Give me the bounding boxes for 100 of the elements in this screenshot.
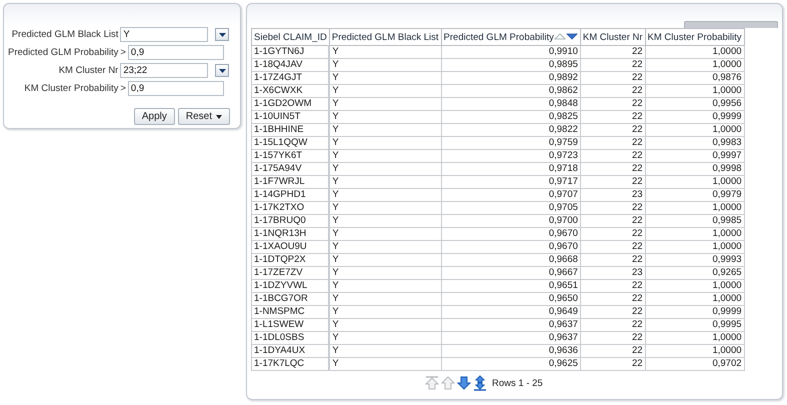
table-cell: Y <box>329 266 442 280</box>
column-header[interactable]: Siebel CLAIM_ID <box>252 28 330 46</box>
column-header[interactable]: Predicted GLM Black List <box>329 28 442 46</box>
table-cell: 1,0000 <box>645 84 744 98</box>
table-cell: 1-157YK6T <box>252 150 330 162</box>
dropdown-button[interactable] <box>215 64 230 77</box>
table-cell: 22 <box>580 240 646 254</box>
table-cell: Y <box>329 110 442 124</box>
table-cell: 0,9651 <box>441 280 580 292</box>
table-cell: 1-1DYA4UX <box>252 344 330 358</box>
table-cell: 1-1DTQP2X <box>252 254 330 266</box>
table-cell: 0,9636 <box>441 344 580 358</box>
table-cell: 1-1BCG7OR <box>252 292 330 306</box>
table-cell: 0,9848 <box>441 98 580 110</box>
column-handle[interactable] <box>684 21 778 28</box>
table-cell: Y <box>329 280 442 292</box>
table-cell: 0,9825 <box>441 110 580 124</box>
table-cell: 0,9997 <box>645 150 744 162</box>
operator-label: > <box>120 46 126 59</box>
table-cell: 22 <box>580 358 646 370</box>
column-header[interactable]: KM Cluster Nr <box>580 28 646 46</box>
table-cell: 0,9998 <box>645 162 744 176</box>
table-cell: 1,0000 <box>645 46 744 58</box>
table-cell: 0,9700 <box>441 214 580 228</box>
table-cell: 22 <box>580 254 646 266</box>
table-cell: 0,9759 <box>441 136 580 150</box>
table-cell: 0,9702 <box>645 358 744 370</box>
table-cell: 1-1DZYVWL <box>252 280 330 292</box>
column-header[interactable]: KM Cluster Probability <box>645 28 744 46</box>
dropdown-field[interactable]: Y <box>120 27 208 42</box>
table-cell: 1-18Q4JAV <box>252 58 330 72</box>
dropdown-field[interactable]: 23;22 <box>120 63 208 78</box>
table-cell: 0,9910 <box>441 46 580 58</box>
table-cell: 1-17Z4GJT <box>252 72 330 84</box>
table-cell: 22 <box>580 292 646 306</box>
last-page-icon[interactable] <box>473 375 487 391</box>
table-cell: Y <box>329 176 442 188</box>
table-cell: Y <box>329 124 442 136</box>
table-cell: 22 <box>580 136 646 150</box>
table-cell: 22 <box>580 110 646 124</box>
table-cell: 1-17BRUQ0 <box>252 214 330 228</box>
table-cell: Y <box>329 202 442 214</box>
field-label: KM Cluster Nr <box>58 64 118 77</box>
table-cell: 22 <box>580 280 646 292</box>
table-cell: Y <box>329 58 442 72</box>
table-cell: 0,9822 <box>441 124 580 136</box>
table-cell: 0,9265 <box>645 266 744 280</box>
field-label: Predicted GLM Black List <box>10 28 118 41</box>
table-cell: 0,9985 <box>645 214 744 228</box>
table-cell: 22 <box>580 98 646 110</box>
table-cell: 22 <box>580 176 646 188</box>
table-cell: 1-1F7WRJL <box>252 176 330 188</box>
input-field[interactable]: 0,9 <box>128 81 224 96</box>
table-cell: Y <box>329 344 442 358</box>
table-cell: 0,9892 <box>441 72 580 84</box>
table-cell: 1-14GPHD1 <box>252 188 330 202</box>
table-cell: 1,0000 <box>645 202 744 214</box>
table-cell: Y <box>329 292 442 306</box>
column-header[interactable]: Predicted GLM Probability <box>441 28 580 46</box>
table-cell: Y <box>329 214 442 228</box>
caret-icon[interactable] <box>216 114 222 118</box>
apply-button[interactable]: Apply <box>134 108 175 125</box>
table-cell: 23 <box>580 188 646 202</box>
table-cell: 0,9983 <box>645 136 744 150</box>
next-page-icon[interactable] <box>457 375 471 391</box>
table-cell: 0,9667 <box>441 266 580 280</box>
table-cell: Y <box>329 254 442 266</box>
table-cell: 1-1GD2OWM <box>252 98 330 110</box>
menu-button[interactable]: Reset <box>178 108 230 125</box>
table-cell: Y <box>329 84 442 98</box>
caret-icon[interactable] <box>218 68 226 72</box>
table-cell: 0,9637 <box>441 332 580 344</box>
table-cell: 0,9956 <box>645 98 744 110</box>
table-cell: Y <box>329 136 442 150</box>
table-cell: 22 <box>580 318 646 332</box>
table-cell: 0,9637 <box>441 318 580 332</box>
table-cell: 0,9979 <box>645 188 744 202</box>
table-cell: Y <box>329 306 442 318</box>
sort-icon[interactable] <box>554 32 578 42</box>
table-cell: 0,9625 <box>441 358 580 370</box>
table-cell: Y <box>329 46 442 58</box>
table-cell: 22 <box>580 344 646 358</box>
table-cell: 0,9895 <box>441 58 580 72</box>
table-cell: 1,0000 <box>645 124 744 136</box>
table-cell: 1,0000 <box>645 228 744 240</box>
table-cell: 1-10UIN5T <box>252 110 330 124</box>
input-field[interactable]: 0,9 <box>128 45 224 60</box>
caret-icon[interactable] <box>218 32 226 36</box>
table-cell: Y <box>329 240 442 254</box>
table-cell: 22 <box>580 124 646 136</box>
table-cell: 1,0000 <box>645 240 744 254</box>
table-cell: 1,0000 <box>645 58 744 72</box>
operator-label: > <box>120 82 126 95</box>
field-label: Predicted GLM Probability <box>8 46 118 59</box>
table-cell: 0,9705 <box>441 202 580 214</box>
table-cell: 22 <box>580 150 646 162</box>
table-cell: 0,9999 <box>645 306 744 318</box>
dropdown-button[interactable] <box>215 28 230 41</box>
table-cell: 0,9718 <box>441 162 580 176</box>
table-cell: 1-17K7LQC <box>252 358 330 370</box>
